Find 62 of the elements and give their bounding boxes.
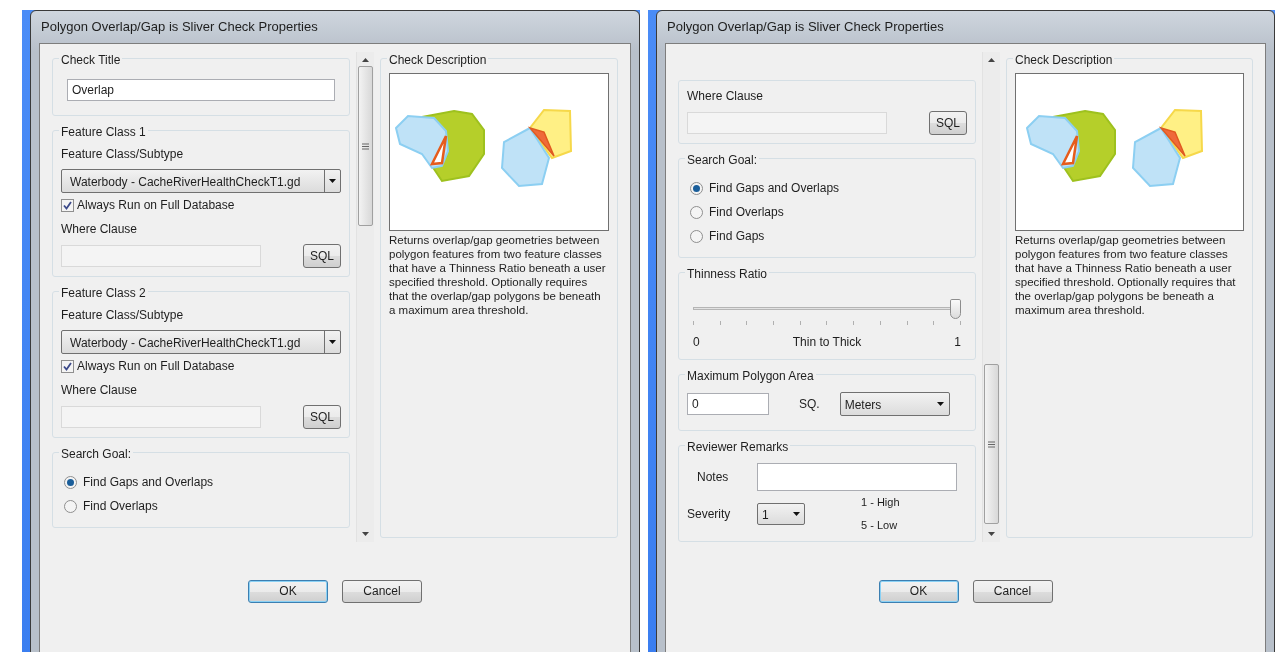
field-label: Feature Class/Subtype xyxy=(61,307,185,324)
radio-label: Find Overlaps xyxy=(83,498,158,515)
radio-button[interactable] xyxy=(690,181,703,195)
dropdown-arrow-icon xyxy=(792,511,800,516)
severity-scale-label: 5 - Low xyxy=(861,517,899,533)
scroll-up-icon[interactable] xyxy=(988,58,995,62)
where-clause-field[interactable] xyxy=(61,406,261,428)
sql-button[interactable]: SQL xyxy=(929,111,967,135)
field-label: Notes xyxy=(696,469,730,486)
checkbox[interactable] xyxy=(61,359,74,373)
description-text: Returns overlap/gap geometries between polygon features from two feature classes that have a Thinness Ratio beneath a user specified threshold. Optionally requires that the overlap/gap polygons be beneath a maximum area threshold. xyxy=(1015,233,1237,317)
description-text: Returns overlap/gap geometries between polygon features from two feature classes that have a Thinness Ratio beneath a user specified threshold. Optionally requires that the overlap/gap polygons be beneath a maximum area threshold. xyxy=(389,233,607,317)
feature-class-dropdown[interactable]: Waterbody - CacheRiverHealthCheckT1.gd xyxy=(61,330,341,354)
checkbox[interactable] xyxy=(61,198,74,212)
checkbox-label: Always Run on Full Database xyxy=(77,358,235,375)
notes-field[interactable] xyxy=(757,463,957,491)
cancel-button[interactable]: Cancel xyxy=(972,579,1053,603)
ok-button[interactable]: OK xyxy=(878,579,959,603)
dropdown-arrow-icon xyxy=(329,179,336,183)
where-clause-field[interactable] xyxy=(687,112,887,134)
window-title: Polygon Overlap/Gap is Sliver Check Properties xyxy=(40,18,319,37)
cancel-button[interactable]: Cancel xyxy=(342,579,422,603)
grip-icon xyxy=(988,440,995,448)
slider-track[interactable] xyxy=(693,299,961,321)
slider-thumb[interactable] xyxy=(950,299,961,319)
area-field[interactable]: 0 xyxy=(687,393,769,415)
scroll-down-icon[interactable] xyxy=(988,531,995,536)
scroll-up-icon[interactable] xyxy=(362,58,369,62)
where-clause-field[interactable] xyxy=(61,245,261,267)
radio-button[interactable] xyxy=(64,499,77,513)
scroll-down-icon[interactable] xyxy=(362,531,369,536)
slider-caption: Thin to Thick xyxy=(792,334,862,351)
field-label: Feature Class/Subtype xyxy=(61,146,185,163)
field-label: Where Clause xyxy=(61,382,139,399)
dropdown-arrow-icon xyxy=(329,340,336,344)
severity-scale-label: 1 - High xyxy=(861,495,900,510)
unit-label: SQ. xyxy=(799,396,820,413)
checkbox-label: Always Run on Full Database xyxy=(77,197,235,214)
ok-button[interactable]: OK xyxy=(248,579,328,603)
radio-label: Find Overlaps xyxy=(709,204,784,221)
unit-dropdown[interactable]: Meters xyxy=(839,392,950,416)
window-title: Polygon Overlap/Gap is Sliver Check Properties xyxy=(666,18,945,37)
dropdown-arrow-icon xyxy=(937,402,945,406)
sql-button[interactable]: SQL xyxy=(303,405,341,429)
scrollbar[interactable] xyxy=(356,52,374,542)
radio-label: Find Gaps xyxy=(709,228,765,245)
field-label: Where Clause xyxy=(687,88,765,105)
feature-class-dropdown[interactable]: Waterbody - CacheRiverHealthCheckT1.gd xyxy=(61,169,341,193)
grip-icon xyxy=(362,142,369,150)
radio-button[interactable] xyxy=(690,205,703,219)
severity-dropdown[interactable]: 1 xyxy=(757,502,805,525)
slider-min-label: 0 xyxy=(693,334,700,351)
scrollbar[interactable] xyxy=(982,52,1000,542)
radio-button[interactable] xyxy=(64,475,77,489)
slider-max-label: 1 xyxy=(954,334,961,351)
radio-button[interactable] xyxy=(690,229,703,243)
sql-button[interactable]: SQL xyxy=(303,244,341,268)
radio-label: Find Gaps and Overlaps xyxy=(83,474,214,491)
check-title-field[interactable]: Overlap xyxy=(67,79,335,101)
field-label: Where Clause xyxy=(61,221,139,238)
field-label: Severity xyxy=(687,505,732,523)
radio-label: Find Gaps and Overlaps xyxy=(709,180,840,197)
